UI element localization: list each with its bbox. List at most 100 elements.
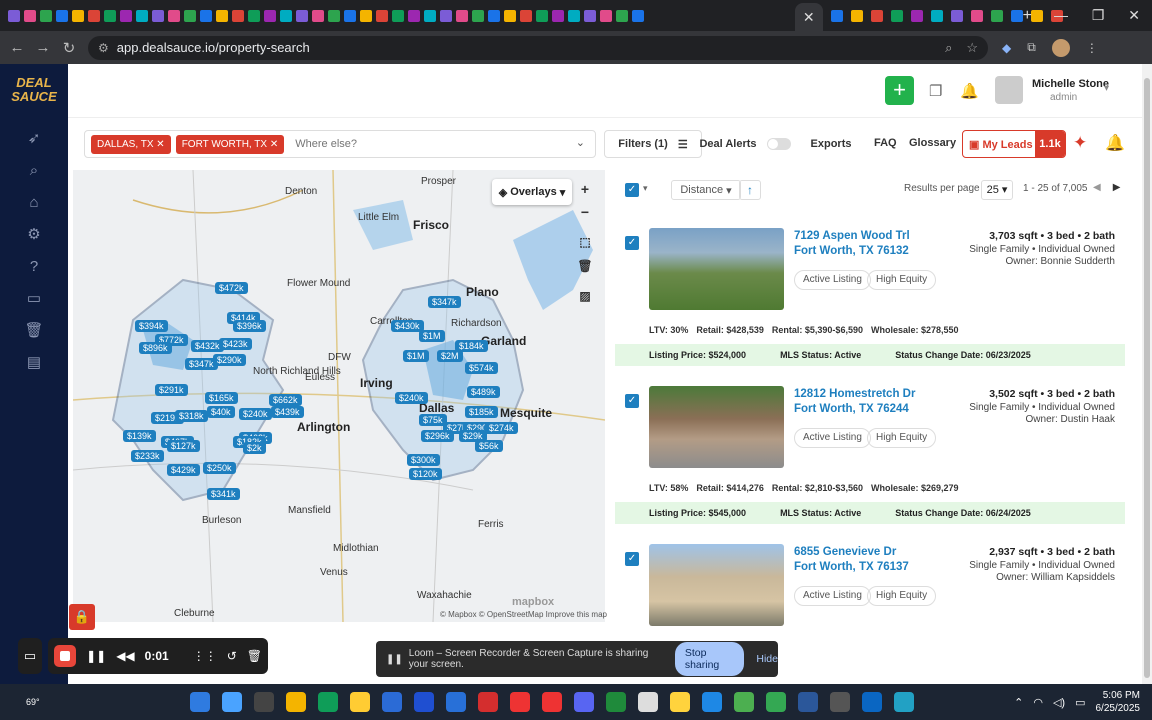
price-pin[interactable]: $394k	[135, 320, 168, 332]
tab-favicon[interactable]	[456, 9, 468, 22]
camera-icon[interactable]: ▭	[18, 638, 43, 674]
battery-icon[interactable]: ▭	[1075, 696, 1085, 709]
taskbar-app-icon[interactable]	[798, 692, 818, 712]
property-photo[interactable]	[649, 544, 784, 626]
my-leads-button[interactable]: ▣ My Leads 1.1k	[962, 130, 1066, 158]
price-pin[interactable]: $341k	[207, 488, 240, 500]
tab-favicon[interactable]	[328, 9, 340, 22]
reload-icon[interactable]: ↻	[56, 39, 82, 57]
extensions-puzzle-icon[interactable]: ⧉	[1027, 40, 1036, 55]
user-avatar[interactable]	[995, 76, 1023, 104]
tab-favicon[interactable]	[568, 9, 580, 22]
tab-favicon[interactable]	[504, 9, 516, 22]
folder-icon[interactable]: ▭	[0, 282, 68, 314]
taskbar-app-icon[interactable]	[350, 692, 370, 712]
faq-link[interactable]: FAQ	[874, 137, 897, 149]
bookmark-star-icon[interactable]: ☆	[966, 40, 978, 56]
taskbar-app-icon[interactable]	[414, 692, 434, 712]
tab-favicon[interactable]	[104, 9, 116, 22]
tab-favicon[interactable]	[552, 9, 564, 22]
taskbar-app-icon[interactable]	[286, 692, 306, 712]
tab-favicon[interactable]	[1010, 9, 1023, 22]
price-pin[interactable]: $574k	[465, 362, 498, 374]
tab-favicon[interactable]	[248, 9, 260, 22]
rewind-icon[interactable]: ◀◀	[116, 649, 134, 663]
tab-favicon[interactable]	[584, 9, 596, 22]
taskbar-app-icon[interactable]	[862, 692, 882, 712]
alerts-bell-icon[interactable]: 🔔	[1105, 133, 1125, 153]
hide-banner-link[interactable]: Hide	[756, 653, 778, 665]
tab-favicon[interactable]	[200, 9, 212, 22]
property-card[interactable]: ✓ 12812 Homestretch Dr Fort Worth, TX 76…	[615, 386, 1125, 536]
tab-favicon[interactable]	[72, 9, 84, 22]
trash-icon[interactable]: 🗑	[0, 314, 68, 346]
taskbar-app-icon[interactable]	[318, 692, 338, 712]
tab-favicon[interactable]	[232, 9, 244, 22]
price-pin[interactable]: $250k	[203, 462, 236, 474]
tab-favicon[interactable]	[56, 9, 68, 22]
property-checkbox[interactable]: ✓	[625, 394, 639, 408]
maximize-icon[interactable]: ❐	[1092, 7, 1105, 24]
taskbar-app-icon[interactable]	[478, 692, 498, 712]
taskbar-app-icon[interactable]	[222, 692, 242, 712]
taskbar-app-icon[interactable]	[702, 692, 722, 712]
tab-favicon[interactable]	[600, 9, 612, 22]
rocket-icon[interactable]: ➶	[0, 122, 68, 154]
chevron-down-icon[interactable]: ▾	[643, 183, 648, 194]
address-line1[interactable]: 7129 Aspen Wood Trl	[794, 230, 910, 242]
property-photo[interactable]	[649, 228, 784, 310]
settings-gear-icon[interactable]: ⚙	[0, 218, 68, 250]
tab-favicon[interactable]	[136, 9, 148, 22]
price-pin[interactable]: $240k	[239, 408, 272, 420]
price-pin[interactable]: $290k	[213, 354, 246, 366]
tab-icons[interactable]	[0, 0, 795, 31]
lock-icon[interactable]: 🔒	[69, 604, 95, 630]
taskbar-app-icon[interactable]	[190, 692, 210, 712]
wifi-icon[interactable]: ◠	[1033, 696, 1043, 709]
tab-favicon[interactable]	[24, 9, 36, 22]
price-pin[interactable]: $472k	[215, 282, 248, 294]
home-icon[interactable]: ⌂	[0, 186, 68, 218]
user-name[interactable]: Michelle Stone	[1032, 78, 1109, 90]
add-button[interactable]: +	[885, 76, 914, 105]
forward-icon[interactable]: →	[30, 39, 56, 56]
tab-favicon[interactable]	[216, 9, 228, 22]
active-tab[interactable]: ✕	[794, 3, 823, 31]
property-photo[interactable]	[649, 386, 784, 468]
property-map[interactable]: Prosper Frisco Little Elm Denton Flower Moun…	[73, 170, 605, 622]
location-chip-fort-worth[interactable]: FORT WORTH, TX ✕	[175, 134, 285, 154]
tab-favicon[interactable]	[280, 9, 292, 22]
draw-shape-icon[interactable]: ⬚	[574, 231, 596, 253]
tab-favicon[interactable]	[264, 9, 276, 22]
grid-icon[interactable]: ⋮⋮	[193, 649, 217, 663]
tab-favicon[interactable]	[360, 9, 372, 22]
sort-dropdown[interactable]: Distance ▾	[671, 180, 741, 200]
filters-button[interactable]: Filters (1) ☰	[604, 130, 702, 158]
minimize-icon[interactable]: —	[1054, 7, 1068, 24]
tab-favicon[interactable]	[632, 9, 644, 22]
price-pin[interactable]: $300k	[407, 454, 440, 466]
price-pin[interactable]: $185k	[465, 406, 498, 418]
price-pin[interactable]: $439k	[271, 406, 304, 418]
prev-page-icon[interactable]: ◀	[1093, 182, 1101, 193]
new-tab-button[interactable]: +	[1023, 7, 1032, 25]
price-pin[interactable]: $56k	[475, 440, 503, 452]
price-pin[interactable]: $291k	[155, 384, 188, 396]
taskbar-app-icon[interactable]	[894, 692, 914, 712]
tab-favicon[interactable]	[890, 9, 903, 22]
stop-sharing-button[interactable]: Stop sharing	[674, 642, 745, 676]
glossary-link[interactable]: Glossary	[909, 137, 956, 149]
tab-favicon[interactable]	[536, 9, 548, 22]
price-pin[interactable]: $139k	[123, 430, 156, 442]
taskbar-app-icon[interactable]	[574, 692, 594, 712]
results-per-page-select[interactable]: 25 ▾	[981, 180, 1013, 200]
search-input[interactable]	[295, 138, 576, 150]
taskbar-app-icon[interactable]	[542, 692, 562, 712]
zoom-out-button[interactable]: −	[574, 201, 596, 223]
price-pin[interactable]: $274k	[485, 422, 518, 434]
delete-shape-icon[interactable]: 🗑	[574, 255, 596, 277]
property-card[interactable]: ✓ 7129 Aspen Wood Trl Fort Worth, TX 761…	[615, 228, 1125, 378]
tab-favicon[interactable]	[930, 9, 943, 22]
chevron-up-icon[interactable]: ⌃	[1014, 696, 1023, 709]
price-pin[interactable]: $1M	[419, 330, 445, 342]
